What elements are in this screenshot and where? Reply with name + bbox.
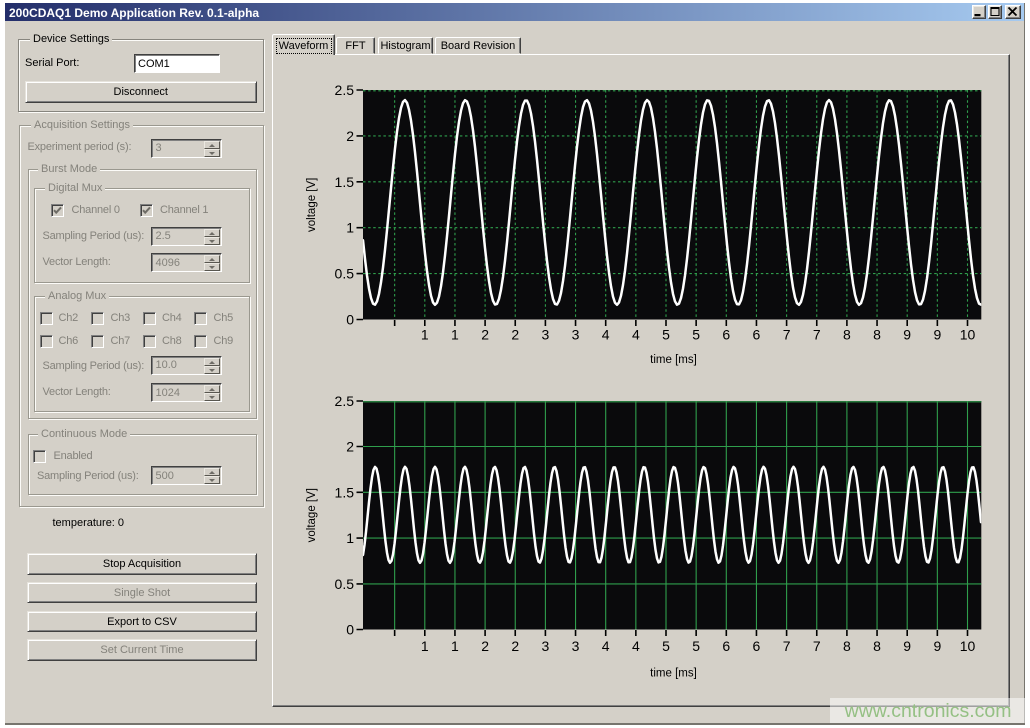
svg-text:6: 6 (753, 327, 761, 343)
svg-text:5: 5 (662, 638, 670, 654)
svg-text:3: 3 (572, 327, 580, 343)
svg-text:5: 5 (692, 327, 700, 343)
svg-text:7: 7 (783, 638, 791, 654)
svg-text:1: 1 (346, 530, 354, 546)
svg-text:0.5: 0.5 (335, 576, 355, 592)
svg-text:2: 2 (346, 128, 354, 144)
svg-text:9: 9 (933, 638, 941, 654)
svg-text:4: 4 (632, 638, 640, 654)
svg-text:0.5: 0.5 (335, 266, 355, 282)
svg-text:1: 1 (346, 220, 354, 236)
svg-text:4: 4 (632, 327, 640, 343)
svg-text:6: 6 (722, 327, 730, 343)
svg-text:voltage [V]: voltage [V] (306, 488, 318, 542)
svg-text:6: 6 (722, 638, 730, 654)
svg-text:1: 1 (421, 327, 429, 343)
svg-text:6: 6 (753, 638, 761, 654)
svg-text:2: 2 (481, 638, 489, 654)
svg-text:2.5: 2.5 (335, 82, 355, 98)
svg-text:3: 3 (542, 638, 550, 654)
svg-text:0: 0 (346, 622, 354, 638)
svg-text:4: 4 (602, 638, 610, 654)
svg-text:7: 7 (813, 638, 821, 654)
svg-text:7: 7 (783, 327, 791, 343)
svg-text:1.5: 1.5 (335, 484, 355, 500)
svg-text:9: 9 (903, 638, 911, 654)
svg-text:5: 5 (692, 638, 700, 654)
svg-text:9: 9 (933, 327, 941, 343)
svg-text:time [ms]: time [ms] (650, 354, 697, 366)
svg-text:8: 8 (873, 327, 881, 343)
svg-text:2: 2 (511, 327, 519, 343)
svg-text:1: 1 (451, 327, 459, 343)
svg-text:5: 5 (662, 327, 670, 343)
svg-text:3: 3 (572, 638, 580, 654)
svg-text:8: 8 (843, 638, 851, 654)
svg-text:8: 8 (843, 327, 851, 343)
svg-text:time [ms]: time [ms] (650, 668, 697, 680)
svg-text:10: 10 (960, 638, 976, 654)
svg-text:2: 2 (346, 439, 354, 455)
svg-text:1: 1 (421, 638, 429, 654)
svg-text:1.5: 1.5 (335, 174, 355, 190)
svg-text:2.5: 2.5 (335, 393, 355, 409)
svg-text:2: 2 (481, 327, 489, 343)
svg-text:2: 2 (511, 638, 519, 654)
svg-text:7: 7 (813, 327, 821, 343)
svg-text:0: 0 (346, 312, 354, 328)
svg-text:voltage [V]: voltage [V] (306, 178, 318, 232)
svg-text:1: 1 (451, 638, 459, 654)
svg-text:9: 9 (903, 327, 911, 343)
svg-text:8: 8 (873, 638, 881, 654)
svg-text:3: 3 (542, 327, 550, 343)
svg-text:4: 4 (602, 327, 610, 343)
svg-text:10: 10 (960, 327, 976, 343)
